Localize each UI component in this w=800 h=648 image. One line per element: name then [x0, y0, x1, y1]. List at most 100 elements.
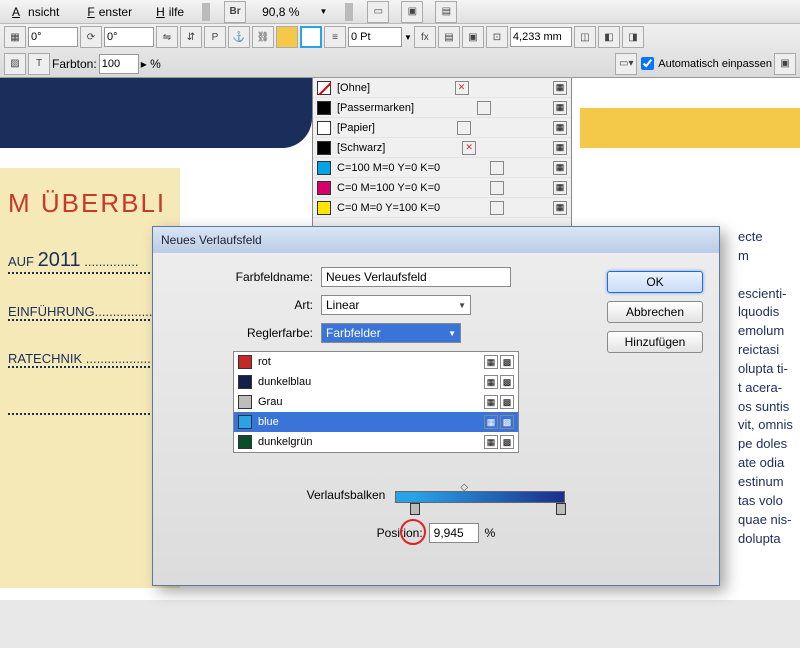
- swatch-name: [Schwarz]: [337, 142, 385, 154]
- blue-shape: [0, 78, 312, 148]
- stroke-weight-icon[interactable]: ≡: [324, 26, 346, 48]
- auto-fit-checkbox[interactable]: Automatisch einpassen: [641, 57, 772, 70]
- swatch-lock-icon: [490, 161, 504, 175]
- chain-icon[interactable]: ⛓: [252, 26, 274, 48]
- crop-icon[interactable]: ⊡: [486, 26, 508, 48]
- swatch-row[interactable]: [Schwarz]✕▦: [313, 138, 571, 158]
- gradient-stop-left[interactable]: [410, 503, 420, 515]
- color-list[interactable]: rot▦▩dunkelblau▦▩Grau▦▩blue▦▩dunkelgrün▦…: [233, 351, 519, 453]
- ok-button[interactable]: OK: [607, 271, 703, 293]
- swatch-lock-icon: [457, 121, 471, 135]
- separator: [202, 3, 210, 21]
- swatch-lock-icon: [490, 181, 504, 195]
- add-button[interactable]: Hinzufügen: [607, 331, 703, 353]
- menu-ansicht[interactable]: Ansicht: [4, 3, 67, 21]
- swatch-mode-icon: ▦: [553, 181, 567, 195]
- color-mode-icon: ▦: [484, 435, 498, 449]
- stopcolor-label: Reglerfarbe:: [171, 326, 321, 340]
- rotate-icon[interactable]: ⟳: [80, 26, 102, 48]
- angle-input-2[interactable]: [104, 27, 154, 47]
- color-mode-icon: ▦: [484, 375, 498, 389]
- gradient-stop-right[interactable]: [556, 503, 566, 515]
- fit-icon[interactable]: ▣: [774, 53, 796, 75]
- menu-fenster[interactable]: Fenster: [79, 3, 136, 21]
- color-mode-icon: ▩: [500, 355, 514, 369]
- p-icon[interactable]: P: [204, 26, 226, 48]
- anchor-icon[interactable]: ⚓: [228, 26, 250, 48]
- flip-v-icon[interactable]: ⇵: [180, 26, 202, 48]
- gradient-label: Verlaufsbalken: [307, 488, 386, 502]
- toc-row-1: AUF 2011 ...............: [8, 249, 170, 274]
- misc-icon[interactable]: ◫: [574, 26, 596, 48]
- color-row[interactable]: dunkelblau▦▩: [234, 372, 518, 392]
- color-mode-icon: ▩: [500, 395, 514, 409]
- color-swatch-icon: [238, 355, 252, 369]
- swatch-color-icon: [317, 161, 331, 175]
- bridge-button[interactable]: Br: [224, 1, 246, 23]
- measure-input[interactable]: [510, 27, 572, 47]
- dropdown-icon[interactable]: ▭▾: [615, 53, 637, 75]
- color-row[interactable]: blue▦▩: [234, 412, 518, 432]
- type-select[interactable]: Linear▼: [321, 295, 471, 315]
- color-mode-icon: ▦: [484, 415, 498, 429]
- color-row[interactable]: Grau▦▩: [234, 392, 518, 412]
- color-name: rot: [258, 356, 271, 368]
- stroke-weight-input[interactable]: [348, 27, 402, 47]
- angle-input-1[interactable]: [28, 27, 78, 47]
- misc-icon-2[interactable]: ◧: [598, 26, 620, 48]
- gradient-ramp[interactable]: ◇: [395, 491, 565, 503]
- frame-fit-icon[interactable]: ▣: [462, 26, 484, 48]
- stopcolor-select[interactable]: Farbfelder▼: [321, 323, 461, 343]
- text-wrap-icon[interactable]: ▤: [438, 26, 460, 48]
- swatch-mode-icon: ▦: [553, 81, 567, 95]
- swatch-row[interactable]: [Ohne]✕▦: [313, 78, 571, 98]
- tool-icon[interactable]: ▦: [4, 26, 26, 48]
- swatch-row[interactable]: C=0 M=100 Y=0 K=0 ▦: [313, 178, 571, 198]
- swatch-name: C=0 M=100 Y=0 K=0: [337, 182, 440, 194]
- cancel-button[interactable]: Abbrechen: [607, 301, 703, 323]
- stroke-swatch[interactable]: [300, 26, 322, 48]
- swatch-row[interactable]: [Passermarken]▦: [313, 98, 571, 118]
- farbton-input[interactable]: [99, 54, 139, 74]
- swatch-row[interactable]: C=0 M=0 Y=100 K=0▦: [313, 198, 571, 218]
- midpoint-handle[interactable]: ◇: [460, 482, 468, 493]
- dialog-title: Neues Verlaufsfeld: [153, 227, 719, 253]
- color-swatch-icon: [238, 415, 252, 429]
- position-input[interactable]: [429, 523, 479, 543]
- swatch-color-icon: [317, 181, 331, 195]
- swatch-lock-icon: ✕: [462, 141, 476, 155]
- color-row[interactable]: dunkelgrün▦▩: [234, 432, 518, 452]
- view-mode-icon-2[interactable]: ▣: [401, 1, 423, 23]
- zoom-level[interactable]: 90,8 %: [258, 3, 303, 21]
- fill-swatch[interactable]: [276, 26, 298, 48]
- swatches-panel: [Ohne]✕▦[Passermarken]▦[Papier]▦[Schwarz…: [312, 78, 572, 238]
- swatch-name: C=100 M=0 Y=0 K=0: [337, 162, 440, 174]
- toc-row-3: RATECHNIK .............................: [8, 351, 170, 368]
- swatch-name: [Passermarken]: [337, 102, 414, 114]
- menu-hilfe[interactable]: Hilfe: [148, 3, 188, 21]
- swatch-row[interactable]: C=100 M=0 Y=0 K=0 ▦: [313, 158, 571, 178]
- swatch-mode-icon: ▦: [553, 161, 567, 175]
- color-mode-icon: ▩: [500, 375, 514, 389]
- gradient-fill-icon[interactable]: ▨: [4, 53, 26, 75]
- swatch-name-input[interactable]: [321, 267, 511, 287]
- misc-icon-3[interactable]: ◨: [622, 26, 644, 48]
- view-mode-icon-3[interactable]: ▤: [435, 1, 457, 23]
- position-unit: %: [485, 526, 496, 540]
- color-name: dunkelgrün: [258, 436, 312, 448]
- fx-icon[interactable]: fx: [414, 26, 436, 48]
- view-mode-icon[interactable]: ▭: [367, 1, 389, 23]
- menu-bar: Ansicht Fenster Hilfe Br 90,8 %▼ ▭ ▣ ▤: [0, 0, 800, 24]
- right-text-column: ectem escienti-lquodisemolum reictasiolu…: [738, 228, 800, 648]
- flip-h-icon[interactable]: ⇋: [156, 26, 178, 48]
- color-swatch-icon: [238, 395, 252, 409]
- swatch-mode-icon: ▦: [553, 121, 567, 135]
- text-icon[interactable]: T: [28, 53, 50, 75]
- color-row[interactable]: rot▦▩: [234, 352, 518, 372]
- swatch-lock-icon: [477, 101, 491, 115]
- position-label: Position:: [377, 526, 423, 540]
- name-label: Farbfeldname:: [171, 270, 321, 284]
- yellow-shape: [580, 108, 800, 148]
- swatch-row[interactable]: [Papier]▦: [313, 118, 571, 138]
- swatch-color-icon: [317, 81, 331, 95]
